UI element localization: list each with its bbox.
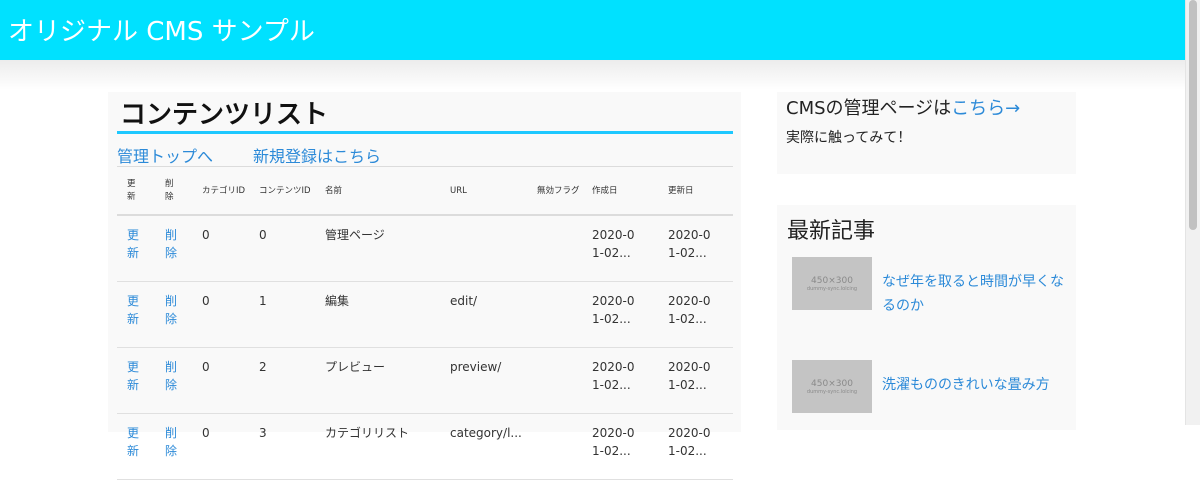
column-header-url: URL: [440, 168, 527, 216]
cms-admin-link[interactable]: こちら→: [951, 98, 1020, 119]
column-header-content-id: コンテンツID: [249, 168, 315, 216]
admin-top-link[interactable]: 管理トップへ: [117, 143, 213, 167]
cms-admin-text: CMSの管理ページは: [786, 98, 952, 119]
vertical-scrollbar[interactable]: [1185, 0, 1200, 425]
url-cell: preview/: [440, 347, 527, 414]
recent-article-item[interactable]: 450×300 dummy-sync.lolcing なぜ年を取ると時間が早くな…: [787, 257, 1067, 318]
content-id-cell: 3: [249, 413, 315, 480]
created-date-cell: 2020-01-02...: [582, 413, 658, 480]
category-id-cell: 0: [192, 215, 249, 282]
recent-articles-box: 最新記事 450×300 dummy-sync.lolcing なぜ年を取ると時…: [777, 205, 1076, 430]
page-title: コンテンツリスト: [120, 100, 329, 130]
disabled-flag-cell: [527, 413, 582, 480]
created-date-cell: 2020-01-02...: [582, 215, 658, 282]
updated-date-cell: 2020-01-02...: [658, 215, 733, 282]
content-table: 更新 削除 カテゴリID コンテンツID 名前 URL 無効フラグ 作成日 更新…: [117, 168, 733, 480]
url-cell: category/l...: [440, 413, 527, 480]
created-date-cell: 2020-01-02...: [582, 281, 658, 348]
update-link[interactable]: 更新: [117, 347, 155, 414]
delete-link[interactable]: 削除: [155, 281, 192, 348]
update-link[interactable]: 更新: [117, 413, 155, 480]
name-cell: プレビュー: [315, 347, 440, 414]
name-cell: 編集: [315, 281, 440, 348]
url-cell: [440, 215, 527, 282]
column-header-delete: 削除: [155, 168, 192, 216]
site-header: オリジナル CMS サンプル: [0, 0, 1185, 60]
disabled-flag-cell: [527, 281, 582, 348]
new-entry-link[interactable]: 新規登録はこちら: [253, 143, 381, 167]
column-header-update: 更新: [117, 168, 155, 216]
table-header-row: 更新 削除 カテゴリID コンテンツID 名前 URL 無効フラグ 作成日 更新…: [117, 168, 733, 216]
recent-article-item[interactable]: 450×300 dummy-sync.lolcing 洗濯もののきれいな畳み方: [787, 360, 1067, 417]
created-date-cell: 2020-01-02...: [582, 347, 658, 414]
column-header-created: 作成日: [582, 168, 658, 216]
update-link[interactable]: 更新: [117, 281, 155, 348]
column-header-name: 名前: [315, 168, 440, 216]
updated-date-cell: 2020-01-02...: [658, 281, 733, 348]
content-id-cell: 0: [249, 215, 315, 282]
header-shadow: [0, 60, 1185, 90]
updated-date-cell: 2020-01-02...: [658, 347, 733, 414]
updated-date-cell: 2020-01-02...: [658, 413, 733, 480]
column-header-category-id: カテゴリID: [192, 168, 249, 216]
table-row: 更新 削除 0 2 プレビュー preview/ 2020-01-02... 2…: [117, 347, 733, 414]
content-id-cell: 2: [249, 347, 315, 414]
column-header-disabled-flag: 無効フラグ: [527, 168, 582, 216]
cms-admin-subtext: 実際に触ってみて！: [786, 130, 912, 146]
category-id-cell: 0: [192, 413, 249, 480]
cms-admin-note: CMSの管理ページはこちら→: [786, 94, 1020, 120]
url-cell: edit/: [440, 281, 527, 348]
title-underline: [117, 131, 733, 134]
article-thumbnail[interactable]: 450×300 dummy-sync.lolcing: [792, 257, 872, 310]
category-id-cell: 0: [192, 347, 249, 414]
name-cell: カテゴリリスト: [315, 413, 440, 480]
content-list-panel: コンテンツリスト 管理トップへ 新規登録はこちら 更新 削除 カテゴリID コン…: [108, 92, 741, 480]
disabled-flag-cell: [527, 215, 582, 282]
category-id-cell: 0: [192, 281, 249, 348]
delete-link[interactable]: 削除: [155, 347, 192, 414]
cms-admin-box: CMSの管理ページはこちら→ 実際に触ってみて！: [777, 92, 1076, 174]
name-cell: 管理ページ: [315, 215, 440, 282]
article-thumbnail[interactable]: 450×300 dummy-sync.lolcing: [792, 360, 872, 413]
update-link[interactable]: 更新: [117, 215, 155, 282]
disabled-flag-cell: [527, 347, 582, 414]
table-row: 更新 削除 0 3 カテゴリリスト category/l... 2020-01-…: [117, 413, 733, 480]
site-title[interactable]: オリジナル CMS サンプル: [8, 11, 315, 48]
content-id-cell: 1: [249, 281, 315, 348]
delete-link[interactable]: 削除: [155, 215, 192, 282]
scrollbar-thumb[interactable]: [1189, 0, 1197, 230]
table-row: 更新 削除 0 0 管理ページ 2020-01-02... 2020-01-02…: [117, 215, 733, 282]
recent-articles-title: 最新記事: [787, 219, 876, 244]
delete-link[interactable]: 削除: [155, 413, 192, 480]
divider: [117, 166, 733, 167]
table-row: 更新 削除 0 1 編集 edit/ 2020-01-02... 2020-01…: [117, 281, 733, 348]
column-header-updated: 更新日: [658, 168, 733, 216]
